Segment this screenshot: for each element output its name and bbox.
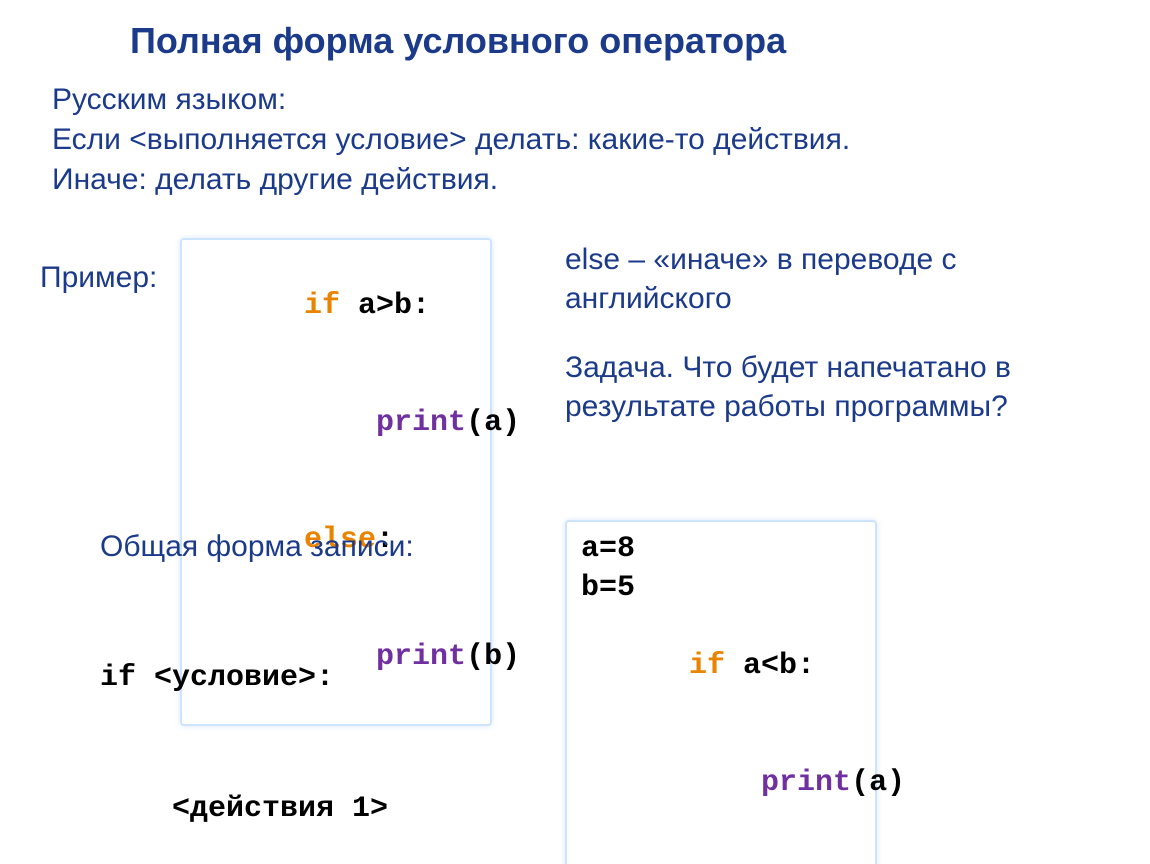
code-row: if <условие>: [100, 657, 414, 701]
code-text: (a) [851, 766, 905, 800]
code-row: else: [581, 842, 861, 864]
general-form-code: if <условие>: <действия 1> else: <действ… [100, 570, 414, 864]
intro-line-2: Если <выполняется условие> делать: какие… [52, 120, 850, 159]
code-row: print(a) [581, 725, 861, 842]
slide-title: Полная форма условного оператора [130, 20, 786, 62]
keyword-if: if [304, 289, 340, 323]
code-text: (a) [466, 406, 520, 440]
code-row: a=8 [581, 530, 861, 569]
code-row: b=5 [581, 569, 861, 608]
code-row: if a>b: [196, 248, 476, 365]
example-label: Пример: [40, 258, 157, 297]
code-text: (b) [466, 640, 520, 674]
else-translation-note: else – «иначе» в переводе с английского [565, 240, 1105, 318]
intro-line-3: Иначе: делать другие действия. [52, 160, 498, 199]
intro-line-1: Русским языком: [52, 80, 286, 119]
code-row: if a<b: [581, 608, 861, 725]
code-indent [304, 406, 376, 440]
code-indent [689, 766, 761, 800]
function-print: print [761, 766, 851, 800]
code-text: a>b: [340, 289, 430, 323]
keyword-if: if [689, 649, 725, 683]
code-text: a<b: [725, 649, 815, 683]
code-row: <действия 1> [100, 788, 414, 832]
function-print: print [376, 406, 466, 440]
general-form-block: Общая форма записи: if <условие>: <дейст… [100, 530, 414, 864]
task-code-box: a=8 b=5 if a<b: print(a) else: print(b) [565, 520, 877, 864]
task-question: Задача. Что будет напечатано в результат… [565, 348, 1105, 426]
code-row: print(a) [196, 365, 476, 482]
general-form-label: Общая форма записи: [100, 530, 414, 564]
